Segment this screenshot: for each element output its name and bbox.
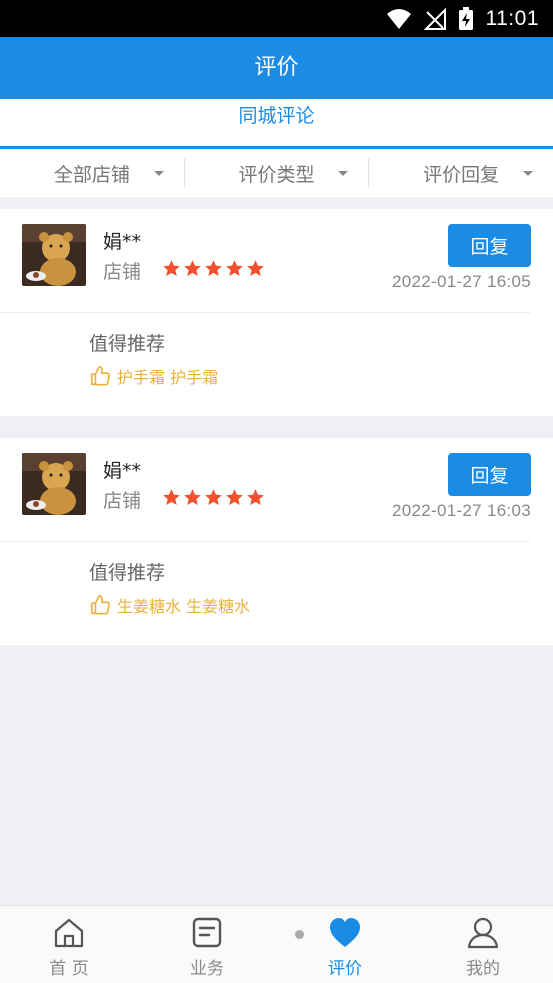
star-icon <box>184 489 201 506</box>
star-icon <box>247 489 264 506</box>
caret-down-icon <box>523 171 534 176</box>
avatar <box>22 224 86 286</box>
filter-review-reply[interactable]: 评价回复 <box>368 158 553 188</box>
heart-icon <box>330 918 360 947</box>
nav-label: 业务 <box>190 959 224 979</box>
filter-label: 评价类型 <box>238 163 315 186</box>
star-icon <box>226 489 243 506</box>
nav-item-business[interactable]: 业务 <box>138 906 276 983</box>
star-rating <box>162 259 265 278</box>
status-icons: 11:01 <box>386 6 540 32</box>
review-text: 值得推荐 <box>89 333 166 355</box>
nav-label: 我的 <box>466 959 500 979</box>
review-card: 娟** 店铺 回复 2022-01-27 16:05 值得推荐 护手霜 护手霜 <box>0 209 553 416</box>
business-icon <box>192 917 222 948</box>
review-text: 值得推荐 <box>89 562 166 584</box>
store-label: 店铺 <box>103 490 142 512</box>
store-label: 店铺 <box>103 261 142 283</box>
nav-label: 评价 <box>328 959 362 979</box>
nav-item-reviews[interactable]: 评价 <box>276 906 414 983</box>
star-icon <box>226 260 243 277</box>
home-icon <box>54 918 84 948</box>
star-icon <box>205 260 222 277</box>
filter-label: 全部店铺 <box>53 163 130 186</box>
status-time: 11:01 <box>485 7 539 30</box>
star-rating <box>162 488 265 507</box>
status-bar: 11:01 <box>0 0 553 37</box>
user-icon <box>467 917 499 949</box>
star-icon <box>184 260 201 277</box>
nav-item-home[interactable]: 首 页 <box>0 906 138 983</box>
review-card: 娟** 店铺 回复 2022-01-27 16:03 值得推荐 生姜糖水 生姜糖… <box>0 438 553 645</box>
reply-button[interactable]: 回复 <box>448 453 531 496</box>
nav-label: 首 页 <box>49 959 89 979</box>
nav-item-profile[interactable]: 我的 <box>414 906 552 983</box>
no-signal-icon <box>423 8 446 30</box>
reviewer-name: 娟** <box>103 460 142 482</box>
caret-down-icon <box>338 171 349 176</box>
battery-charging-icon <box>458 7 473 30</box>
caret-down-icon <box>153 171 164 176</box>
thumbs-up-icon <box>90 366 110 386</box>
review-tags: 护手霜 护手霜 <box>89 364 218 388</box>
filter-bar: 全部店铺 评价类型 评价回复 <box>0 149 553 197</box>
star-icon <box>163 260 180 277</box>
tag-text: 护手霜 护手霜 <box>117 368 219 387</box>
star-icon <box>205 489 222 506</box>
page-title: 评价 <box>0 37 553 99</box>
sub-tab-bar: 同城评论 <box>0 99 553 149</box>
tab-local-reviews[interactable]: 同城评论 <box>0 99 553 133</box>
divider <box>0 541 531 542</box>
divider <box>0 312 531 313</box>
filter-all-stores[interactable]: 全部店铺 <box>0 158 184 188</box>
review-tags: 生姜糖水 生姜糖水 <box>89 593 250 617</box>
review-time: 2022-01-27 16:05 <box>391 272 531 291</box>
filter-review-type[interactable]: 评价类型 <box>183 158 369 188</box>
star-icon <box>247 260 264 277</box>
review-time: 2022-01-27 16:03 <box>391 501 531 520</box>
star-icon <box>163 489 180 506</box>
reply-button[interactable]: 回复 <box>448 224 531 267</box>
filter-label: 评价回复 <box>423 163 500 186</box>
reviewer-name: 娟** <box>103 231 142 253</box>
bottom-nav: 首 页 业务 评价 我的 <box>0 905 553 983</box>
tag-text: 生姜糖水 生姜糖水 <box>117 597 251 616</box>
wifi-icon <box>386 9 411 29</box>
thumbs-up-icon <box>90 595 110 615</box>
avatar <box>22 453 86 515</box>
